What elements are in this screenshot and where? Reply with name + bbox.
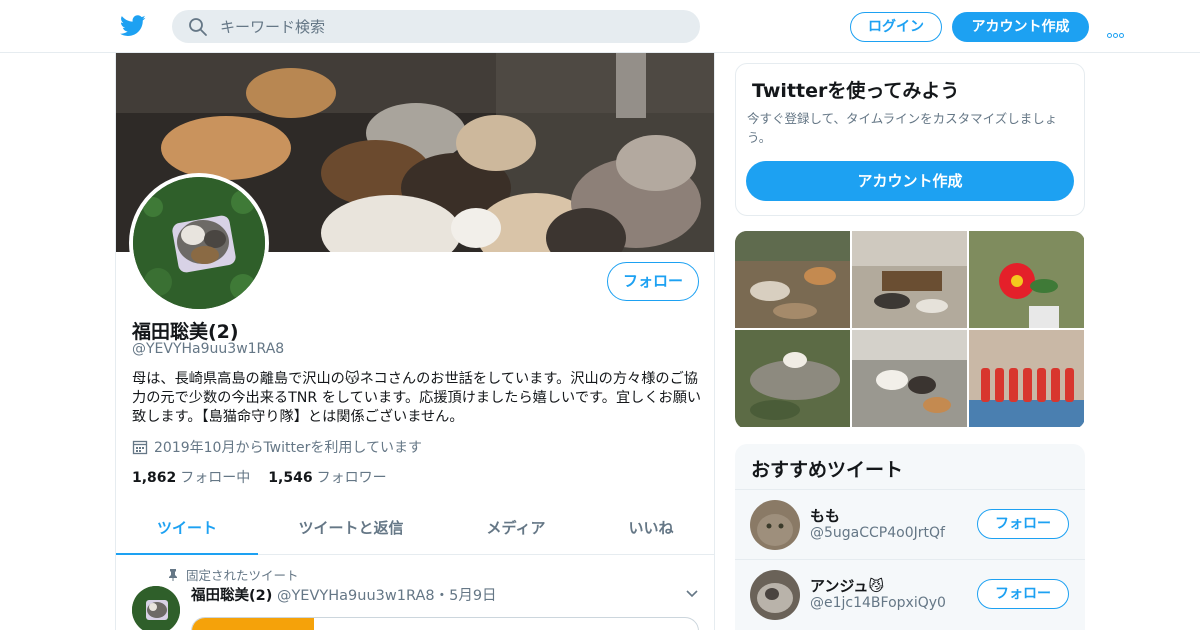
recommended-user-name[interactable]: もも bbox=[810, 505, 840, 526]
followers-count: 1,546 bbox=[268, 470, 313, 486]
top-navigation: ログイン アカウント作成 bbox=[0, 0, 1200, 53]
search-icon bbox=[189, 18, 207, 36]
join-date-text: 2019年10月からTwitterを利用しています bbox=[154, 440, 422, 456]
tweet-date[interactable]: 5月9日 bbox=[449, 588, 496, 604]
follow-button[interactable]: フォロー bbox=[977, 579, 1069, 609]
avatar[interactable] bbox=[750, 570, 800, 620]
profile-tabs: ツイート ツイートと返信 メディア いいね bbox=[116, 505, 714, 555]
pinned-label: 固定されたツイート bbox=[186, 568, 299, 583]
follow-button[interactable]: フォロー bbox=[607, 262, 699, 301]
media-thumbnail[interactable] bbox=[969, 330, 1084, 427]
follow-button[interactable]: フォロー bbox=[977, 509, 1069, 539]
chevron-down-icon[interactable] bbox=[685, 589, 699, 599]
media-thumbnail[interactable] bbox=[852, 231, 967, 328]
search-box[interactable] bbox=[172, 10, 700, 43]
tab-tweets[interactable]: ツイート bbox=[116, 505, 258, 555]
profile-handle[interactable]: @YEVYHa9uu3w1RA8 bbox=[132, 341, 284, 357]
recommended-title: おすすめツイート bbox=[751, 459, 904, 481]
tweet-author-name[interactable]: 福田聡美(2) bbox=[191, 588, 272, 604]
tweet-separator: ・ bbox=[434, 588, 450, 604]
tweet-author-handle[interactable]: @YEVYHa9uu3w1RA8 bbox=[277, 588, 435, 604]
pin-icon bbox=[169, 569, 177, 581]
tweet-media-card[interactable] bbox=[191, 617, 699, 630]
tweet-avatar[interactable] bbox=[132, 586, 180, 630]
tweet-header: 福田聡美(2) @YEVYHa9uu3w1RA8・5月9日 bbox=[191, 584, 497, 605]
recommended-user-handle[interactable]: @5ugaCCP4o0JrtQf bbox=[810, 525, 945, 541]
recommended-tweets: おすすめツイート もも @5ugaCCP4o0JrtQf フォロー アンジュ😼 … bbox=[735, 444, 1085, 630]
pinned-indicator: 固定されたツイート bbox=[168, 565, 299, 584]
tweet-avatar-photo bbox=[132, 586, 180, 630]
signup-card-button[interactable]: アカウント作成 bbox=[746, 161, 1074, 201]
media-thumbnail[interactable] bbox=[735, 330, 850, 427]
tab-likes[interactable]: いいね bbox=[606, 505, 696, 555]
more-options-icon[interactable] bbox=[1107, 23, 1129, 38]
media-thumbnail[interactable] bbox=[969, 231, 1084, 328]
media-thumbnail[interactable] bbox=[852, 330, 967, 427]
recommended-user-name[interactable]: アンジュ😼 bbox=[810, 575, 884, 596]
login-button[interactable]: ログイン bbox=[850, 12, 942, 42]
media-thumbnail[interactable] bbox=[735, 231, 850, 328]
avatar[interactable] bbox=[750, 500, 800, 550]
recommended-user-handle[interactable]: @e1jc14BFopxiQy0 bbox=[810, 595, 946, 611]
join-date: 2019年10月からTwitterを利用しています bbox=[132, 437, 422, 457]
following-link[interactable]: 1,862 フォロー中 bbox=[132, 470, 250, 486]
tab-tweets-and-replies[interactable]: ツイートと返信 bbox=[281, 505, 421, 555]
calendar-icon bbox=[132, 440, 148, 455]
profile-column: フォロー 福田聡美(2) @YEVYHa9uu3w1RA8 母は、長崎県高島の離… bbox=[115, 53, 715, 630]
follow-stats: 1,862 フォロー中 1,546 フォロワー bbox=[132, 467, 387, 487]
signup-card: Twitterを使ってみよう 今すぐ登録して、タイムラインをカスタマイズしましょ… bbox=[735, 63, 1085, 216]
twitter-bird-icon[interactable] bbox=[120, 14, 146, 38]
recommended-user[interactable]: もも @5ugaCCP4o0JrtQf フォロー bbox=[735, 489, 1085, 559]
signup-card-title: Twitterを使ってみよう bbox=[752, 80, 960, 102]
following-label: フォロー中 bbox=[180, 470, 251, 486]
following-count: 1,862 bbox=[132, 470, 177, 486]
recommended-user[interactable]: アンジュ😼 @e1jc14BFopxiQy0 フォロー bbox=[735, 559, 1085, 629]
profile-avatar[interactable] bbox=[129, 173, 269, 313]
tab-media[interactable]: メディア bbox=[466, 505, 566, 555]
avatar-cats-photo bbox=[133, 177, 265, 309]
search-input[interactable] bbox=[220, 10, 680, 43]
media-gallery bbox=[735, 231, 1085, 429]
tweet-media-image bbox=[192, 618, 314, 630]
followers-link[interactable]: 1,546 フォロワー bbox=[268, 470, 386, 486]
followers-label: フォロワー bbox=[316, 470, 387, 486]
profile-name: 福田聡美(2) bbox=[132, 321, 239, 343]
profile-bio: 母は、長崎県高島の離島で沢山の😽ネコさんのお世話をしています。沢山の方々様のご協… bbox=[132, 371, 702, 425]
signup-button[interactable]: アカウント作成 bbox=[952, 12, 1089, 42]
signup-card-description: 今すぐ登録して、タイムラインをカスタマイズしましょう。 bbox=[747, 111, 1058, 145]
